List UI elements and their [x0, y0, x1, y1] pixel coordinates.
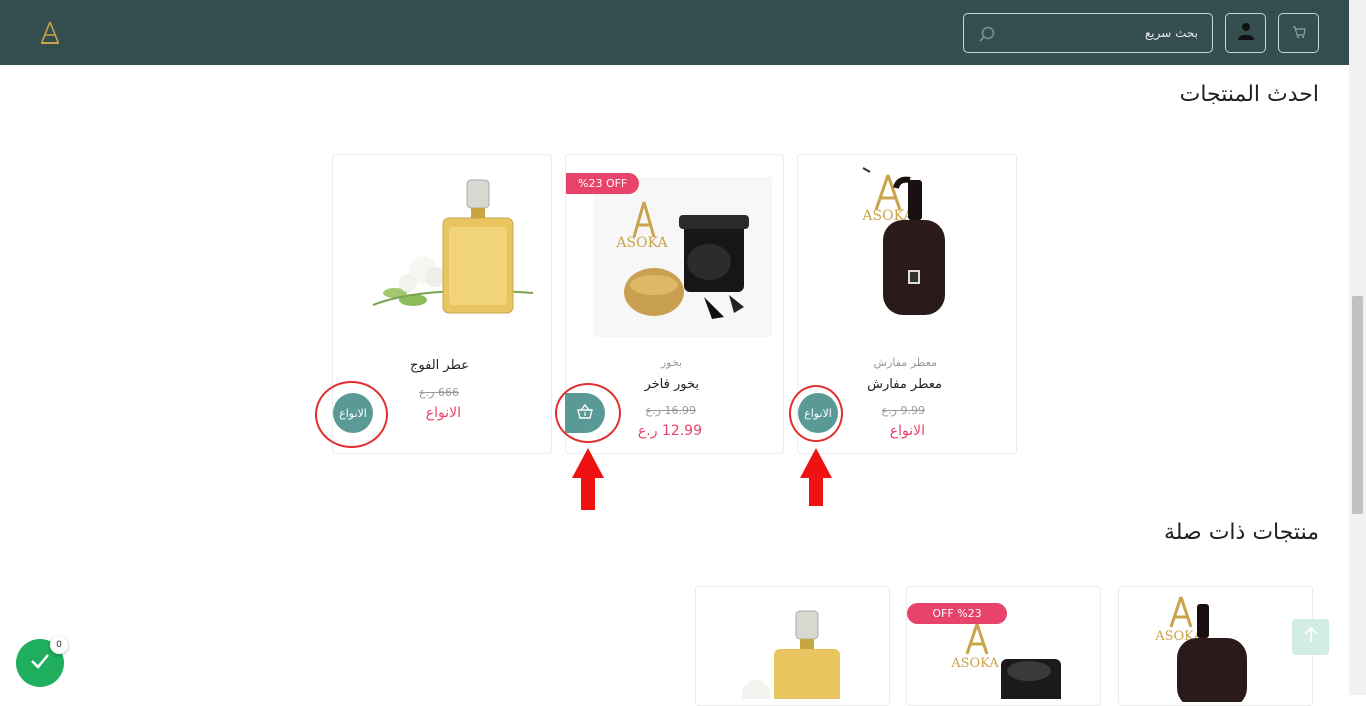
room-spray-image[interactable]: ASOKA [1149, 592, 1289, 706]
discount-badge: OFF %23 [907, 603, 1007, 624]
user-button[interactable] [1225, 13, 1266, 53]
product-category[interactable]: بخور [661, 356, 682, 369]
perfume-image[interactable] [363, 175, 543, 325]
bakhoor-image[interactable]: ASOKA [937, 619, 1077, 706]
bakhoor-image[interactable]: ASOKA [594, 177, 772, 337]
search-input[interactable] [998, 14, 1198, 52]
old-price: 9.99 ر.ع [881, 404, 925, 417]
product-name[interactable]: بخور فاخر [644, 377, 699, 392]
old-price: 16.99 ر.ع [645, 404, 696, 417]
annotation-arrow [800, 448, 832, 512]
arrow-up-icon [1303, 626, 1319, 648]
asoka-logo[interactable] [38, 20, 62, 46]
scrollbar-thumb[interactable] [1352, 296, 1363, 514]
cart-summary-button[interactable]: 0 [16, 636, 68, 687]
related-products-title: منتجات ذات صلة [1163, 520, 1319, 545]
user-icon [1237, 22, 1254, 44]
perfume-image[interactable] [736, 609, 856, 706]
cart-icon [1292, 24, 1306, 43]
annotation-circle [789, 385, 843, 442]
annotation-circle [555, 383, 621, 443]
latest-products-title: احدث المنتجات [1179, 82, 1319, 107]
product-price: الانواع [889, 423, 925, 439]
annotation-arrow [572, 448, 604, 516]
check-icon [30, 653, 50, 673]
discount-badge: %23 OFF [566, 173, 640, 194]
product-name[interactable]: عطر الفوج [410, 358, 469, 373]
product-price: الانواع [425, 405, 461, 421]
room-spray-image[interactable]: ASOKA [838, 160, 978, 330]
svg-text:ASOKA: ASOKA [615, 235, 668, 251]
cart-count-badge: 0 [50, 636, 68, 654]
product-category[interactable]: معطر مفارش [874, 356, 937, 369]
cart-button[interactable] [1278, 13, 1319, 53]
search-icon[interactable] [978, 25, 996, 43]
page-scrollbar[interactable] [1349, 0, 1366, 695]
back-to-top-button[interactable] [1292, 619, 1329, 655]
product-name[interactable]: معطر مفارش [867, 377, 942, 392]
product-card[interactable] [695, 586, 890, 706]
old-price: 666 ر.ع [419, 386, 459, 399]
top-header [0, 0, 1349, 65]
annotation-circle [315, 381, 388, 448]
product-card[interactable]: ASOKA [1118, 586, 1313, 706]
svg-text:ASOKA: ASOKA [950, 656, 999, 671]
product-price: 12.99 ر.ع [637, 423, 702, 439]
search-box[interactable] [963, 13, 1213, 53]
